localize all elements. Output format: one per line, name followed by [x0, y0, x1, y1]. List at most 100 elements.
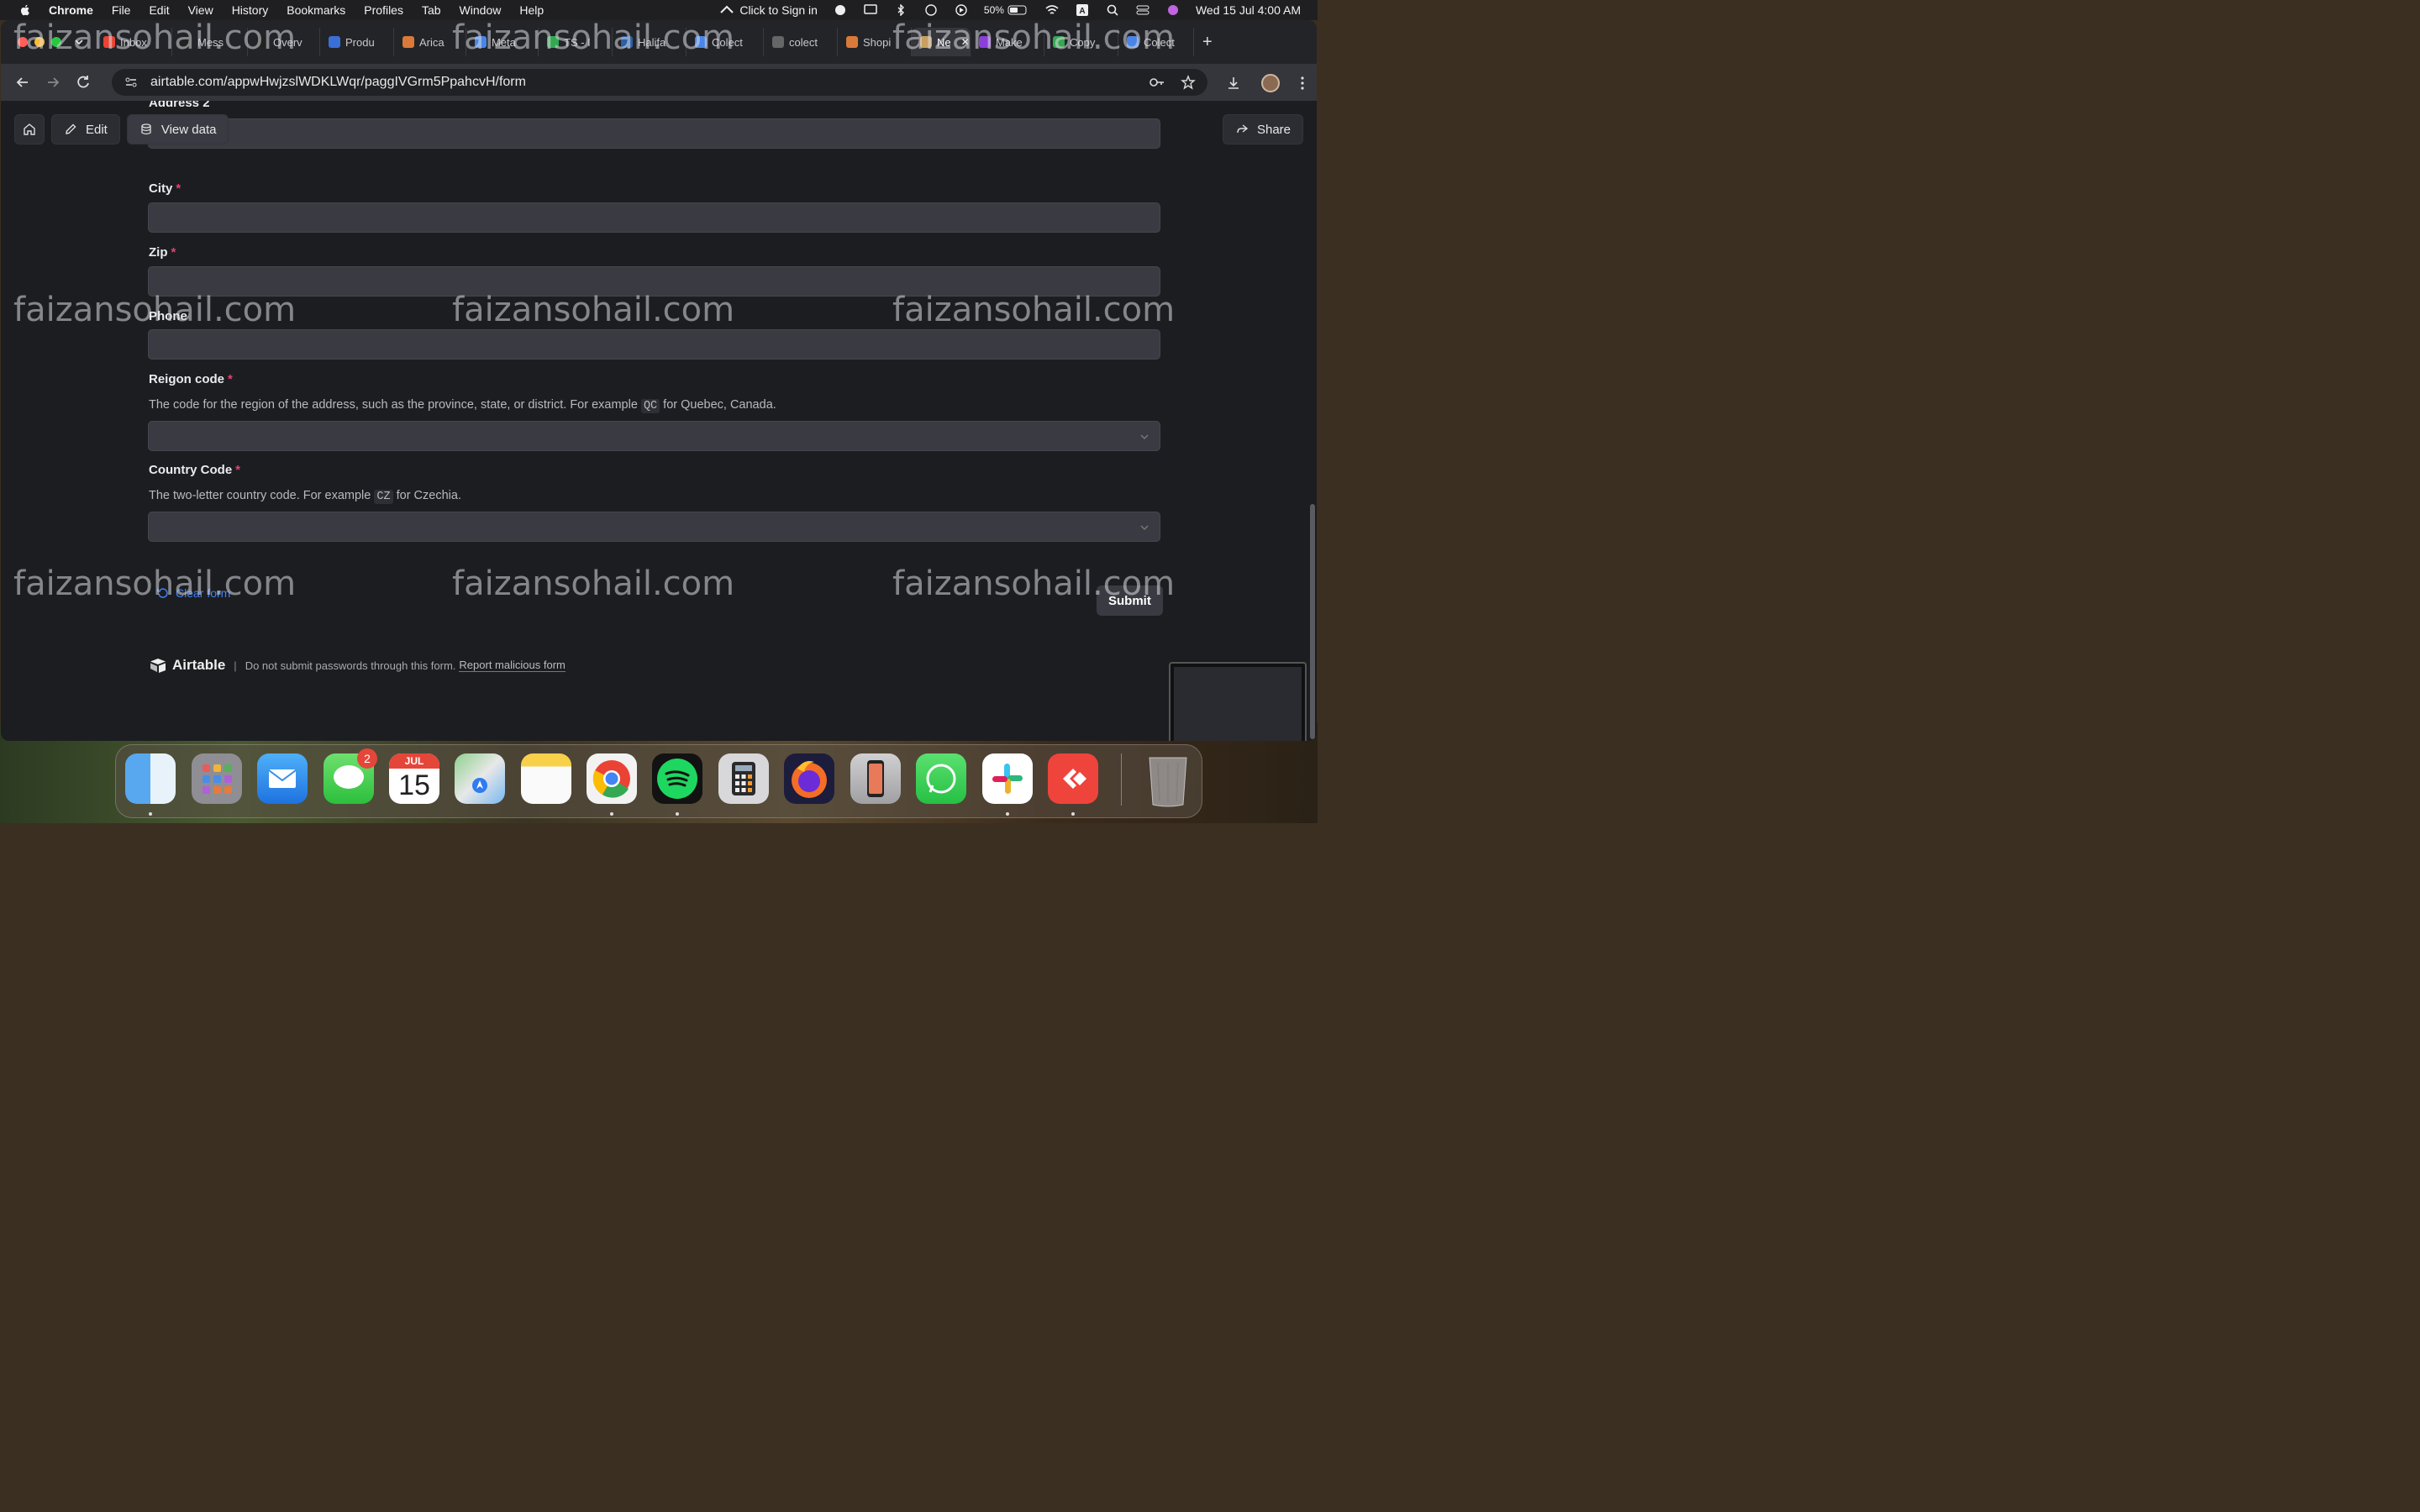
new-tab-button[interactable]: +: [1202, 33, 1213, 52]
control-center-icon[interactable]: [1135, 4, 1150, 16]
tab-title: Ne: [937, 35, 951, 49]
menu-tab[interactable]: Tab: [422, 3, 441, 17]
tab-favicon-icon: [329, 36, 340, 48]
site-info-icon[interactable]: [124, 75, 139, 90]
home-button[interactable]: [14, 114, 45, 144]
airtable-logo[interactable]: Airtable: [149, 657, 225, 674]
browser-tab[interactable]: Arica: [394, 28, 466, 56]
browser-tab[interactable]: colect: [764, 28, 838, 56]
tab-title: Copy: [1070, 35, 1096, 49]
clear-form-button[interactable]: Clear form: [157, 586, 230, 600]
back-icon[interactable]: [14, 74, 31, 91]
minimize-window-button[interactable]: [34, 37, 45, 47]
calendar-day: 15: [398, 769, 430, 801]
anydesk-icon[interactable]: [1048, 753, 1098, 804]
launchpad-icon[interactable]: [192, 753, 242, 804]
browser-tab[interactable]: Make: [971, 28, 1044, 56]
profile-avatar[interactable]: [1261, 74, 1280, 92]
tab-search-icon[interactable]: [73, 36, 85, 48]
firefox-icon[interactable]: [784, 753, 834, 804]
screenshot-thumbnail-preview[interactable]: [1169, 662, 1307, 741]
reload-icon[interactable]: [75, 74, 92, 91]
more-menu-icon[interactable]: [1300, 76, 1305, 91]
browser-tab[interactable]: Shopi: [838, 28, 912, 56]
zoom-window-button[interactable]: [51, 37, 61, 47]
close-tab-icon[interactable]: ✕: [961, 36, 970, 48]
browser-tab[interactable]: Copy: [1044, 28, 1118, 56]
slack-icon[interactable]: [982, 753, 1033, 804]
chrome-icon[interactable]: [587, 753, 637, 804]
city-label-text: City: [149, 181, 173, 196]
play-icon[interactable]: [954, 4, 969, 16]
iphone-mirroring-icon[interactable]: [850, 753, 901, 804]
country-code-select[interactable]: [148, 512, 1160, 542]
forward-icon[interactable]: [45, 74, 61, 91]
region-code-help: The code for the region of the address, …: [149, 398, 776, 413]
bluetooth-icon[interactable]: [893, 4, 908, 16]
menu-file[interactable]: File: [112, 3, 131, 17]
whatsapp-icon[interactable]: [916, 753, 966, 804]
share-button[interactable]: Share: [1222, 114, 1303, 144]
browser-tab-active[interactable]: Ne ✕: [912, 28, 971, 56]
browser-tab[interactable]: Mess: [172, 28, 248, 56]
phone-input[interactable]: [148, 329, 1160, 360]
submit-button[interactable]: Submit: [1097, 585, 1163, 616]
clock-icon[interactable]: [833, 4, 848, 16]
menu-profiles[interactable]: Profiles: [364, 3, 403, 17]
menu-view[interactable]: View: [188, 3, 213, 17]
menu-history[interactable]: History: [232, 3, 269, 17]
display-icon[interactable]: [863, 4, 878, 16]
browser-tab[interactable]: TS - I: [539, 28, 613, 56]
password-key-icon[interactable]: [1149, 75, 1165, 90]
tab-favicon-icon: [402, 36, 414, 48]
view-data-button[interactable]: View data: [126, 114, 229, 144]
edit-button[interactable]: Edit: [51, 114, 120, 144]
input-source-icon[interactable]: A: [1075, 4, 1090, 16]
bookmark-star-icon[interactable]: [1181, 75, 1196, 90]
sign-in-status[interactable]: Click to Sign in: [719, 3, 818, 17]
browser-tab[interactable]: Colect: [687, 28, 764, 56]
zip-input[interactable]: [148, 266, 1160, 297]
accessibility-icon[interactable]: [923, 4, 939, 16]
battery-status[interactable]: 50%: [984, 4, 1029, 16]
close-window-button[interactable]: [18, 37, 28, 47]
wifi-icon[interactable]: [1044, 4, 1060, 16]
address-bar[interactable]: airtable.com/appwHwjzslWDKLWqr/paggIVGrm…: [112, 69, 1207, 96]
maps-icon[interactable]: [455, 753, 505, 804]
browser-tab[interactable]: Colect: [1118, 28, 1194, 56]
browser-tab[interactable]: Halifa: [613, 28, 687, 56]
spotify-icon[interactable]: [652, 753, 702, 804]
menu-edit[interactable]: Edit: [149, 3, 169, 17]
apple-icon[interactable]: [18, 3, 32, 17]
browser-tab[interactable]: Inbox: [95, 28, 172, 56]
finder-icon[interactable]: [125, 753, 176, 804]
trash-icon[interactable]: [1143, 753, 1193, 808]
menu-help[interactable]: Help: [519, 3, 544, 17]
menubar-clock[interactable]: Wed 15 Jul 4:00 AM: [1196, 3, 1301, 17]
menu-window[interactable]: Window: [460, 3, 502, 17]
report-malicious-form-link[interactable]: Report malicious form: [459, 659, 566, 672]
airtable-brand-text: Airtable: [172, 657, 226, 673]
calculator-icon[interactable]: [718, 753, 769, 804]
address2-input[interactable]: [148, 118, 1160, 149]
browser-tab[interactable]: Overv: [248, 28, 320, 56]
mail-icon[interactable]: [257, 753, 308, 804]
notes-icon[interactable]: [521, 753, 571, 804]
tab-favicon-icon: [920, 36, 932, 48]
whatsapp-glyph: [926, 764, 956, 794]
spotlight-search-icon[interactable]: [1105, 4, 1120, 16]
calendar-icon[interactable]: JUL 15: [389, 753, 439, 804]
form-footer: Airtable | Do not submit passwords throu…: [149, 657, 566, 674]
region-code-select[interactable]: [148, 421, 1160, 451]
svg-text:A: A: [1079, 7, 1085, 16]
browser-tab[interactable]: Meta: [466, 28, 539, 56]
region-code-label: Reigon code *: [149, 372, 233, 386]
page-scrollbar[interactable]: [1310, 504, 1315, 739]
airtable-logo-icon: [150, 659, 166, 673]
download-icon[interactable]: [1226, 76, 1241, 91]
browser-tab[interactable]: Produ: [320, 28, 394, 56]
menu-chrome[interactable]: Chrome: [49, 3, 93, 17]
siri-icon[interactable]: [1165, 4, 1181, 16]
city-input[interactable]: [148, 202, 1160, 233]
menu-bookmarks[interactable]: Bookmarks: [287, 3, 345, 17]
